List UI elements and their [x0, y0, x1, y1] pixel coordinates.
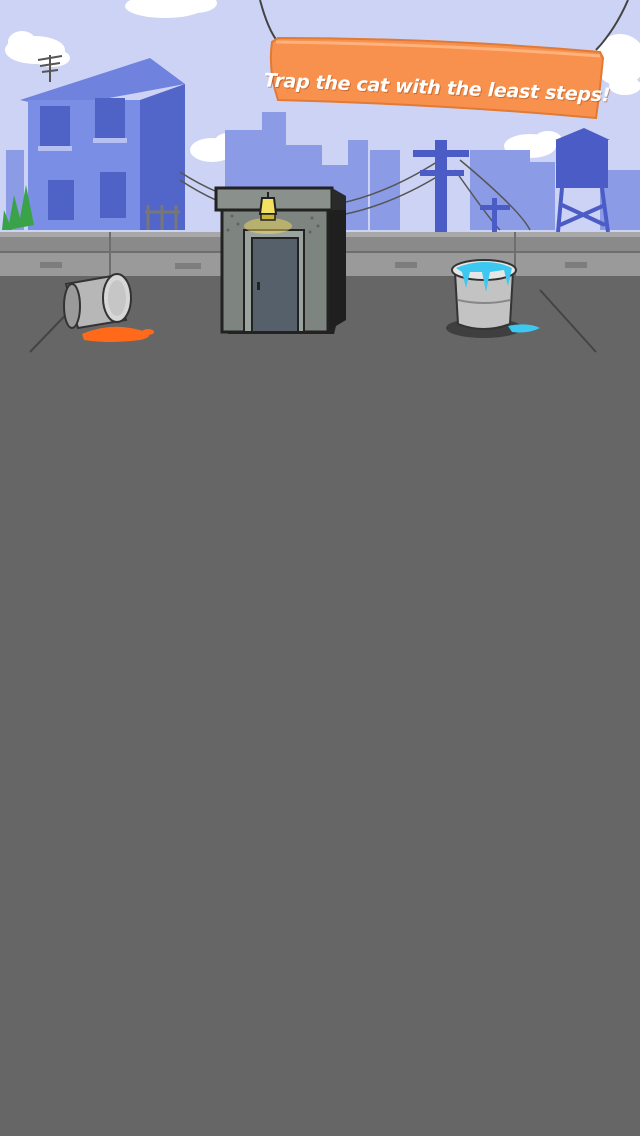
- roof-floor: [0, 276, 640, 1136]
- rooftop-background: [0, 0, 640, 1136]
- game-scene: Trap the cat with the least steps!: [0, 0, 640, 1136]
- rooftop-exit-door-icon: [214, 186, 346, 334]
